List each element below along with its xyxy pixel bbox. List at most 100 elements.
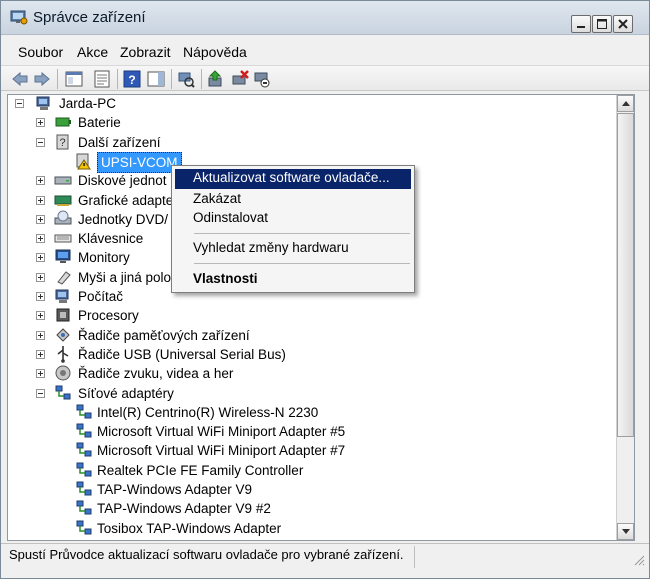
monitor-icon [55, 249, 71, 263]
menu-disable[interactable]: Zakázat [193, 191, 241, 206]
tree-category-label: Grafické adapte [78, 193, 174, 208]
update-driver-icon[interactable] [207, 70, 225, 88]
device-manager-window: Správce zařízení Soubor Akce Zobrazit Ná… [0, 0, 650, 579]
menu-action[interactable]: Akce [77, 44, 108, 60]
show-hide-tree-icon[interactable] [65, 70, 83, 88]
disk-drive-icon [54, 176, 72, 185]
tree-category-label: Další zařízení [78, 135, 161, 150]
toolbar-separator [201, 69, 202, 89]
collapse-toggle[interactable] [36, 389, 45, 398]
expand-toggle[interactable] [36, 215, 45, 224]
expand-toggle[interactable] [36, 331, 45, 340]
network-adapter-icon [76, 500, 92, 515]
tree-category-label: Procesory [78, 308, 139, 323]
expand-toggle[interactable] [36, 118, 45, 127]
scan-hardware-icon[interactable] [177, 70, 195, 88]
tree-category-label: Počítač [78, 289, 124, 304]
tree-item-label: Microsoft Virtual WiFi Miniport Adapter … [97, 443, 346, 458]
collapse-toggle[interactable] [15, 99, 24, 108]
menu-scan-hardware[interactable]: Vyhledat změny hardwaru [193, 240, 349, 255]
properties-icon[interactable] [93, 70, 111, 88]
expand-toggle[interactable] [36, 234, 45, 243]
status-divider [414, 546, 415, 568]
device-manager-icon [10, 10, 28, 25]
processor-icon [56, 308, 70, 322]
back-arrow-icon[interactable] [11, 70, 29, 88]
scroll-down-button[interactable] [617, 523, 634, 540]
menu-view[interactable]: Zobrazit [120, 44, 171, 60]
keyboard-icon [54, 234, 72, 243]
resize-grip-icon[interactable] [633, 554, 645, 566]
uninstall-icon[interactable] [231, 70, 249, 88]
tree-root-label: Jarda-PC [59, 96, 117, 111]
tree-category-label: Myši a jiná polo [78, 270, 172, 285]
disable-device-icon[interactable] [253, 70, 271, 88]
arrow-down-icon [622, 529, 630, 534]
tree-item-label: TAP-Windows Adapter V9 #2 [97, 501, 271, 516]
dvd-drive-icon [54, 210, 72, 225]
toolbar-separator [57, 69, 58, 89]
computer-icon [36, 96, 50, 110]
maximize-icon [597, 19, 607, 29]
network-adapter-icon [76, 462, 92, 477]
menu-separator [194, 233, 410, 234]
help-icon[interactable]: ? [123, 70, 141, 88]
title-bar[interactable]: Správce zařízení [1, 1, 649, 35]
expand-toggle[interactable] [36, 311, 45, 320]
scroll-up-button[interactable] [617, 95, 634, 112]
collapse-toggle[interactable] [36, 138, 45, 147]
network-adapter-icon [55, 385, 71, 400]
tree-category-label: Jednotky DVD/ [78, 212, 169, 227]
menu-file[interactable]: Soubor [18, 44, 63, 60]
expand-toggle[interactable] [36, 196, 45, 205]
minimize-button[interactable] [571, 15, 591, 33]
tree-category-label: Řadiče USB (Universal Serial Bus) [78, 347, 286, 362]
mouse-icon [57, 271, 71, 285]
maximize-button[interactable] [592, 15, 612, 33]
network-adapter-icon [76, 442, 92, 457]
window-title: Správce zařízení [33, 9, 146, 26]
expand-toggle[interactable] [36, 292, 45, 301]
network-adapter-icon [76, 520, 92, 535]
warning-device-icon [76, 153, 91, 170]
expand-toggle[interactable] [36, 350, 45, 359]
svg-text:?: ? [128, 73, 135, 87]
unknown-device-icon: ? [56, 134, 69, 150]
expand-toggle[interactable] [36, 369, 45, 378]
action-pane-icon[interactable] [147, 70, 165, 88]
menu-separator [194, 263, 410, 264]
tree-category-label: Řadiče zvuku, videa a her [78, 366, 234, 381]
toolbar-separator [117, 69, 118, 89]
expand-toggle[interactable] [36, 273, 45, 282]
tree-item-label: Tosibox TAP-Windows Adapter [97, 521, 282, 536]
menu-uninstall[interactable]: Odinstalovat [193, 210, 268, 225]
menu-bar: Soubor Akce Zobrazit Nápověda [1, 40, 649, 64]
svg-text:?: ? [59, 137, 65, 149]
tree-category-label: Diskové jednot [78, 173, 167, 188]
status-text: Spustí Průvodce aktualizací softwaru ovl… [9, 547, 404, 562]
toolbar: ? [1, 65, 649, 91]
expand-toggle[interactable] [36, 176, 45, 185]
close-button[interactable] [613, 15, 633, 33]
forward-arrow-icon[interactable] [33, 70, 51, 88]
battery-icon [55, 117, 71, 127]
menu-properties[interactable]: Vlastnosti [193, 271, 258, 286]
status-bar: Spustí Průvodce aktualizací softwaru ovl… [1, 543, 649, 578]
menu-help[interactable]: Nápověda [183, 44, 247, 60]
minimize-icon [577, 26, 585, 28]
display-adapter-icon [54, 195, 72, 206]
storage-controller-icon [56, 328, 70, 342]
vertical-scrollbar[interactable] [616, 95, 634, 540]
tree-category-label: Baterie [78, 115, 121, 130]
menu-update-driver[interactable]: Aktualizovat software ovladače... [193, 170, 390, 185]
network-adapter-icon [76, 481, 92, 496]
tree-category-label: Klávesnice [78, 231, 144, 246]
scroll-thumb[interactable] [617, 113, 634, 437]
close-icon [618, 19, 628, 29]
tree-item-label: TAP-Windows Adapter V9 [97, 482, 253, 497]
computer-icon [55, 289, 69, 303]
context-menu: Aktualizovat software ovladače... Zakáza… [171, 165, 415, 293]
tree-category-label: Síťové adaptéry [78, 386, 174, 401]
expand-toggle[interactable] [36, 253, 45, 262]
tree-item-label: Intel(R) Centrino(R) Wireless-N 2230 [97, 405, 319, 420]
